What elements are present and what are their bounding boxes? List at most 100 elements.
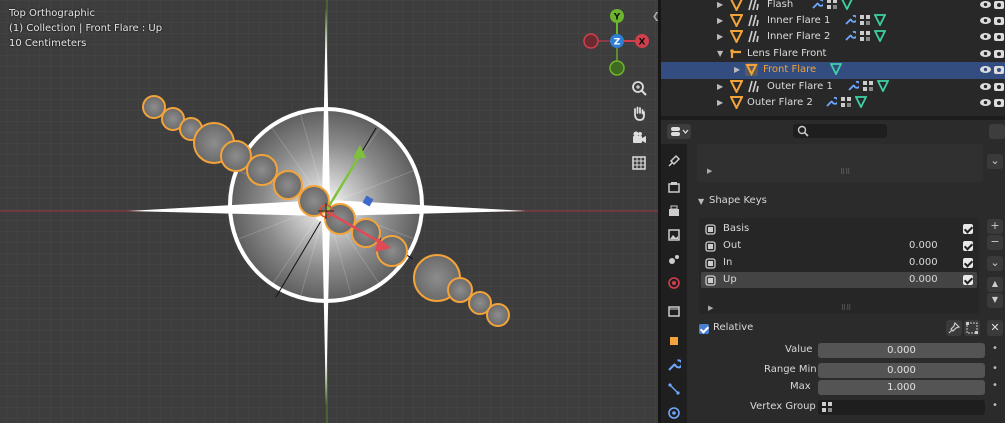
clear-shape-keys-button[interactable]: ✕ [987,320,1003,336]
shape-key-specials-button[interactable]: ⌄ [987,256,1003,271]
shape-key-icon [705,275,716,286]
gizmo-x-label: X [639,38,646,48]
mesh-object-icon [730,14,743,27]
collapse-arrow-icon[interactable]: ❮ [652,12,660,22]
options-button[interactable] [989,124,1005,139]
collection-icon [668,306,680,317]
tab-particles[interactable] [665,380,683,398]
tab-collection[interactable] [665,302,683,320]
eye-icon[interactable] [979,30,992,43]
render-camera-icon[interactable] [993,47,1005,60]
shape-key-value[interactable]: 0.000 [909,274,938,285]
shape-key-mute-checkbox[interactable] [963,258,973,268]
expand-arrow-icon[interactable]: ▶ [708,304,713,312]
shape-key-row-in[interactable]: In 0.000 [701,255,977,271]
shape-key-mute-checkbox[interactable] [963,241,973,251]
outliner-item-front-flare[interactable]: ▶ Front Flare [661,62,1005,79]
tab-scene[interactable] [665,250,683,268]
shape-key-name: In [723,257,733,268]
shape-key-value[interactable]: 0.000 [909,257,938,268]
tab-physics[interactable] [665,404,683,422]
shape-key-mute-checkbox[interactable] [963,224,973,234]
outliner-item-label: Front Flare [763,64,817,75]
shape-key-mute-checkbox[interactable] [963,275,973,285]
collapse-arrow-icon[interactable]: ▼ [717,49,723,58]
properties-icon [671,127,689,136]
properties-tabs [661,144,687,423]
render-camera-icon[interactable] [993,30,1005,43]
eye-icon[interactable] [979,80,992,93]
outliner-item-inner-flare-2[interactable]: ▶ Inner Flare 2 [661,29,1005,46]
pin-button[interactable] [946,320,962,336]
relative-checkbox[interactable] [699,324,709,334]
eye-icon[interactable] [979,63,992,76]
expand-arrow-icon[interactable]: ▶ [707,167,712,175]
expand-arrow-icon[interactable]: ▶ [717,82,723,91]
search-input[interactable] [793,124,887,138]
outliner-item-outer-flare-2[interactable]: ▶ Outer Flare 2 [661,95,1005,112]
camera-icon[interactable] [627,127,651,149]
expand-arrow-icon[interactable]: ▶ [717,0,723,9]
grid-view-icon[interactable] [627,152,651,174]
expand-arrow-icon[interactable]: ▶ [717,98,723,107]
keyframe-dot-icon[interactable]: • [992,363,998,374]
tab-tool[interactable] [665,152,683,170]
shape-keys-header[interactable]: Shape Keys [709,195,767,206]
viewport-scene[interactable] [0,0,658,423]
add-shape-key-button[interactable]: + [987,219,1003,234]
shape-key-icon [705,224,716,235]
move-up-button[interactable]: ▲ [987,277,1003,292]
render-camera-icon[interactable] [993,63,1005,76]
render-camera-icon[interactable] [993,14,1005,27]
vertex-group-field[interactable] [818,400,985,415]
expand-arrow-icon[interactable]: ▶ [734,65,740,74]
outliner-item-flash[interactable]: ▶ Flash [661,0,1005,14]
eye-icon[interactable] [979,47,992,60]
shape-key-name: Basis [723,223,750,234]
expand-arrow-icon[interactable]: ▶ [717,16,723,25]
eye-icon[interactable] [979,0,992,11]
keyframe-dot-icon[interactable]: • [992,400,998,411]
range-min-field[interactable]: 0.000 [818,363,985,378]
zoom-icon[interactable] [627,77,651,99]
tab-output[interactable] [665,202,683,220]
shape-key-row-out[interactable]: Out 0.000 [701,238,977,254]
pan-hand-icon[interactable] [627,102,651,124]
remove-shape-key-button[interactable]: − [987,235,1003,250]
shape-key-row-basis[interactable]: Basis [701,221,977,237]
eye-icon[interactable] [979,96,992,109]
eye-icon[interactable] [979,14,992,27]
tab-view-layer[interactable] [665,226,683,244]
outliner-item-lens-flare-front[interactable]: ▼ Lens Flare Front [661,46,1005,63]
edit-mode-button[interactable] [964,320,980,336]
tab-object[interactable] [665,332,683,350]
range-min-label: Range Min [764,364,817,375]
render-camera-icon[interactable] [993,0,1005,11]
properties-editor[interactable]: ▶ ⠿⠿ ⌄ ▼ Shape Keys Basis Out 0.000 In 0… [661,120,1005,423]
tab-modifiers[interactable] [665,356,683,374]
outliner-item-outer-flare-1[interactable]: ▶ Outer Flare 1 [661,79,1005,96]
dropdown-button[interactable]: ⌄ [987,154,1003,169]
value-field[interactable]: 0.000 [818,343,985,358]
mesh-data-icon [874,30,886,42]
outliner[interactable]: ▶ Flash ▶ Inner Flare 1 ▶ Inner Flare 2 … [661,0,1005,116]
max-field[interactable]: 1.000 [818,380,985,395]
shape-key-row-up[interactable]: Up 0.000 [701,272,977,288]
render-camera-icon[interactable] [993,80,1005,93]
collapse-arrow-icon[interactable]: ▼ [698,197,704,206]
shape-key-value[interactable]: 0.000 [909,240,938,251]
keyframe-dot-icon[interactable]: • [992,380,998,391]
expand-arrow-icon[interactable]: ▶ [717,32,723,41]
move-down-button[interactable]: ▼ [987,293,1003,308]
tab-render[interactable] [665,178,683,196]
navigation-gizmo[interactable]: Y X Z [582,6,652,76]
tab-world[interactable] [665,274,683,292]
keyframe-dot-icon[interactable]: • [992,343,998,354]
editor-type-button[interactable] [667,124,691,139]
render-camera-icon[interactable] [993,96,1005,109]
list-resize-handle-icon[interactable]: ⠿⠿ [841,304,851,312]
outliner-item-inner-flare-1[interactable]: ▶ Inner Flare 1 [661,13,1005,30]
3d-viewport[interactable]: Top Orthographic (1) Collection | Front … [0,0,658,423]
modifier-icon [748,0,759,11]
drag-handle-icon[interactable]: ⠿⠿ [840,168,850,176]
